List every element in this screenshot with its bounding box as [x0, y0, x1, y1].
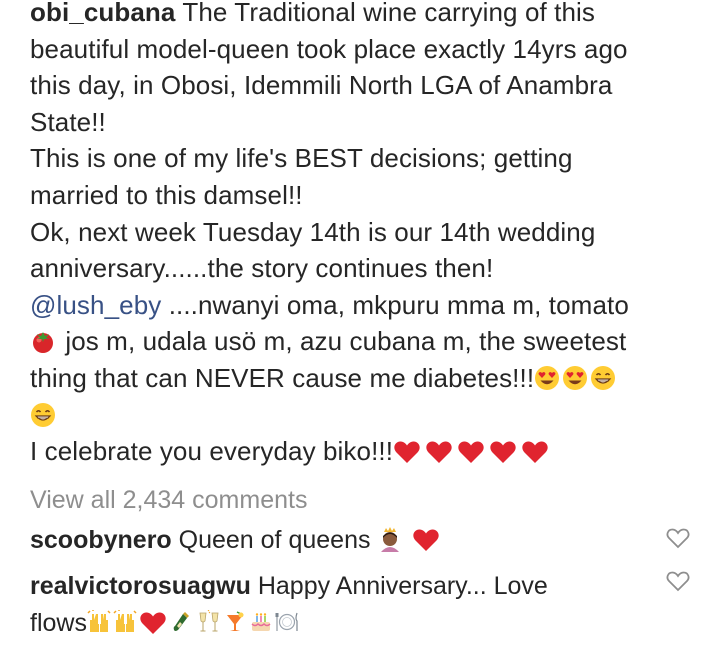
caption-line-12: [30, 397, 700, 434]
comment-text: Happy Anniversary... Love: [250, 572, 548, 600]
clinking-glasses-icon: [199, 610, 219, 632]
champagne-bottle-icon: [173, 612, 189, 631]
view-all-comments-link[interactable]: View all 2,434 comments: [30, 484, 307, 516]
caption-text: The Traditional wine carrying of this: [182, 0, 596, 27]
diabetes-line-text: thing that can NEVER cause me diabetes!!…: [30, 362, 535, 393]
red-heart-icon: [490, 441, 516, 464]
like-comment-heart-icon[interactable]: [666, 527, 690, 549]
raising-hands-emoji-icon: [87, 610, 111, 632]
caption-line-13: I celebrate you everyday biko!!!: [30, 433, 700, 470]
mention-link[interactable]: @lush_eby: [30, 290, 161, 320]
comment-text: Queen of queens: [171, 526, 378, 554]
caption-line-9: @lush_eby ....nwanyi oma, mkpuru mma m, …: [30, 287, 700, 324]
caption-line-8: anniversary......the story continues the…: [30, 253, 494, 284]
heart-eyes-emoji-icon: [563, 365, 588, 390]
heart-eyes-emoji-icon: [535, 365, 560, 390]
post-caption: obi_cubana The Traditional wine carrying…: [30, 0, 700, 470]
princess-emoji-icon: [381, 527, 400, 552]
grinning-emoji-icon: [31, 402, 55, 427]
birthday-cake-icon: [251, 613, 271, 631]
fork-knife-plate-icon: [275, 612, 298, 631]
tomato-emoji-icon: [33, 332, 53, 354]
like-comment-heart-icon[interactable]: [666, 570, 690, 592]
caption-line-7: Ok, next week Tuesday 14th is our 14th w…: [30, 216, 596, 247]
celebrate-line-text: I celebrate you everyday biko!!!: [30, 436, 394, 467]
red-heart-icon: [522, 441, 548, 464]
caption-line-10: jos m, udala usö m, azu cubana m, the sw…: [30, 323, 700, 360]
caption-line-11: thing that can NEVER cause me diabetes!!…: [30, 360, 700, 397]
post-username[interactable]: obi_cubana: [30, 0, 175, 27]
caption-line-2: beautiful model-queen took place exactly…: [30, 33, 628, 64]
red-heart-icon: [394, 441, 420, 464]
red-heart-icon: [413, 529, 440, 551]
comment-username[interactable]: realvictorosuagwu: [30, 572, 251, 600]
comment-text-line-2: flows: [30, 609, 87, 637]
tropical-drink-icon: [226, 611, 244, 631]
raising-hands-emoji-icon: [113, 610, 137, 632]
tomato-line-text: jos m, udala usö m, azu cubana m, the sw…: [58, 326, 627, 357]
red-heart-icon: [426, 441, 452, 464]
comment-item: scoobynero Queen of queens: [30, 522, 650, 559]
red-heart-icon: [140, 612, 166, 634]
grinning-emoji-icon: [591, 365, 616, 390]
caption-line-6: married to this damsel!!: [30, 179, 303, 210]
comment-item: realvictorosuagwu Happy Anniversary... L…: [30, 568, 650, 642]
caption-line-3: this day, in Obosi, Idemmili North LGA o…: [30, 70, 613, 101]
caption-line-1: obi_cubana The Traditional wine carrying…: [30, 0, 700, 31]
mention-text: ....nwanyi oma, mkpuru mma m, tomato: [161, 289, 629, 320]
caption-line-5: This is one of my life's BEST decisions;…: [30, 143, 573, 174]
comment-username[interactable]: scoobynero: [30, 526, 172, 554]
red-heart-icon: [458, 441, 484, 464]
caption-line-4: State!!: [30, 106, 106, 137]
